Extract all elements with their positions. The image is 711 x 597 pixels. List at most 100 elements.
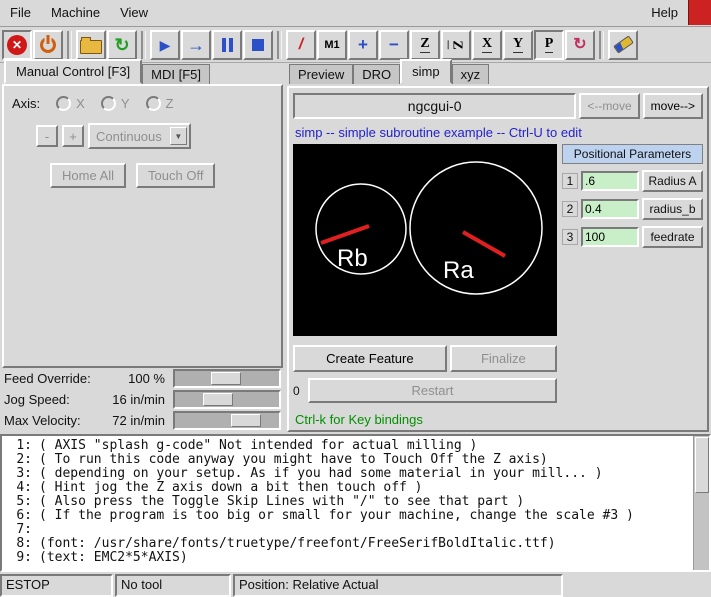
ngcgui-content-row: Rb Ra Positional Parameters 1 Radius A 2 xyxy=(293,144,703,336)
open-file-button[interactable] xyxy=(76,30,106,60)
param-feedrate-input[interactable] xyxy=(581,227,639,247)
menu-file[interactable]: File xyxy=(0,0,41,26)
tab-xyz[interactable]: xyz xyxy=(452,64,490,84)
pause-icon xyxy=(222,38,226,52)
view-side-button[interactable]: X xyxy=(472,30,502,60)
jog-mode-value: Continuous xyxy=(96,129,162,144)
gcode-line: 5:( Also press the Toggle Skip Lines wit… xyxy=(6,495,709,509)
stop-button[interactable] xyxy=(243,30,273,60)
positional-parameters: Positional Parameters 1 Radius A 2 radiu… xyxy=(562,144,703,336)
line-text: (font: /usr/share/fonts/truetype/freefon… xyxy=(39,536,556,551)
jog-mode-select[interactable]: Continuous ▼ xyxy=(88,123,191,149)
create-feature-button[interactable]: Create Feature xyxy=(293,345,447,372)
slider-handle[interactable] xyxy=(231,414,261,427)
view-front-button[interactable]: Y xyxy=(503,30,533,60)
slider-handle[interactable] xyxy=(203,393,233,406)
pause-button[interactable] xyxy=(212,30,242,60)
param-name-label: Radius A xyxy=(642,170,703,192)
menubar: File Machine View Help xyxy=(0,0,711,27)
ngcgui-name-entry[interactable]: ngcgui-0 xyxy=(293,93,576,119)
axis-label: Axis: xyxy=(12,96,40,111)
radius-b-line xyxy=(321,226,369,243)
touch-off-button[interactable]: Touch Off xyxy=(136,163,215,188)
estop-status: ESTOP xyxy=(0,574,113,597)
rotate-view-button[interactable]: ↻ xyxy=(565,30,595,60)
line-number: 9: xyxy=(6,551,32,565)
jog-speed-slider[interactable] xyxy=(173,390,281,409)
jog-minus-button[interactable]: - xyxy=(36,125,58,147)
param-name-label: feedrate xyxy=(642,226,703,248)
radio-circle-icon xyxy=(56,96,71,111)
finalize-button[interactable]: Finalize xyxy=(450,345,557,372)
menu-help[interactable]: Help xyxy=(641,0,688,26)
clear-plot-icon xyxy=(613,35,634,53)
radio-circle-icon xyxy=(146,96,161,111)
reload-file-button[interactable]: ↻ xyxy=(107,30,137,60)
menu-view[interactable]: View xyxy=(110,0,158,26)
gcode-line: 9:(text: EMC2*5*AXIS) xyxy=(6,551,709,565)
menu-machine[interactable]: Machine xyxy=(41,0,110,26)
preview-panel: Preview DRO simp xyz ngcgui-0 <--move mo… xyxy=(285,62,711,434)
toolbar-separator xyxy=(599,31,604,59)
open-folder-icon xyxy=(80,40,102,54)
estop-icon: ✕ xyxy=(7,35,27,55)
jog-speed-row: Jog Speed: 16 in/min xyxy=(2,389,281,409)
view-perspective-button[interactable]: P xyxy=(534,30,564,60)
stop-icon xyxy=(252,39,264,51)
manual-control-frame: Axis: X Y Z - + xyxy=(2,84,283,368)
run-button[interactable]: ▶ xyxy=(150,30,180,60)
close-button[interactable] xyxy=(688,0,711,25)
move-right-button[interactable]: move--> xyxy=(643,93,703,119)
line-text: ( AXIS "splash g-code" Not intended for … xyxy=(39,438,477,453)
subroutine-description: simp -- simple subroutine example -- Ctr… xyxy=(295,125,701,140)
axis-radio-y[interactable]: Y xyxy=(101,96,130,111)
optional-stop-icon: M1 xyxy=(324,39,339,51)
view-side-icon: X xyxy=(482,37,492,53)
home-all-button[interactable]: Home All xyxy=(50,163,126,188)
jog-plus-button[interactable]: + xyxy=(62,125,84,147)
axis-radio-z[interactable]: Z xyxy=(146,96,174,111)
gcode-lines: 1:( AXIS "splash g-code" Not intended fo… xyxy=(2,436,709,565)
feature-buttons-row: Create Feature Finalize xyxy=(293,345,557,372)
view-rotated-top-button[interactable]: Z xyxy=(441,30,471,60)
statusbar: ESTOP No tool Position: Relative Actual xyxy=(0,574,711,597)
line-number: 2: xyxy=(6,453,32,467)
machine-power-button[interactable] xyxy=(33,30,63,60)
tab-preview[interactable]: Preview xyxy=(289,64,353,84)
gcode-line: 2: ( To run this code anyway you might ha… xyxy=(6,453,709,467)
manual-control-panel: Manual Control [F3] MDI [F5] Axis: X Y xyxy=(0,62,285,434)
param-name-label: radius_b xyxy=(642,198,703,220)
tab-dro[interactable]: DRO xyxy=(353,64,400,84)
optional-stop-button[interactable]: M1 xyxy=(317,30,347,60)
tab-simp[interactable]: simp xyxy=(400,59,451,84)
toggle-skip-lines-button[interactable]: / xyxy=(286,30,316,60)
rotate-icon: ↻ xyxy=(573,37,586,53)
toolbar: ✕ ↻ ▶ → / M1 + xyxy=(0,27,711,63)
max-velocity-row: Max Velocity: 72 in/min xyxy=(2,410,281,430)
tab-mdi[interactable]: MDI [F5] xyxy=(142,64,210,84)
zoom-out-button[interactable]: − xyxy=(379,30,409,60)
view-top-button[interactable]: Z xyxy=(410,30,440,60)
radius-a-line xyxy=(463,232,505,256)
max-velocity-slider[interactable] xyxy=(173,411,281,430)
axis-radio-x[interactable]: X xyxy=(56,96,85,111)
feed-override-slider[interactable] xyxy=(173,369,281,388)
zoom-in-button[interactable]: + xyxy=(348,30,378,60)
gcode-scrollbar[interactable] xyxy=(693,436,709,570)
menubar-spacer xyxy=(158,0,641,26)
clear-plot-button[interactable] xyxy=(608,30,638,60)
tab-manual-control[interactable]: Manual Control [F3] xyxy=(4,59,142,84)
run-icon: ▶ xyxy=(160,38,171,52)
estop-button[interactable]: ✕ xyxy=(2,30,32,60)
param-radius-a-input[interactable] xyxy=(581,171,639,191)
param-radius-b-input[interactable] xyxy=(581,199,639,219)
view-perspective-icon: P xyxy=(545,37,554,53)
scrollbar-thumb[interactable] xyxy=(695,437,709,493)
move-left-button[interactable]: <--move xyxy=(579,93,639,119)
radius-a-label: Ra xyxy=(443,257,474,284)
step-button[interactable]: → xyxy=(181,30,211,60)
slider-handle[interactable] xyxy=(211,372,241,385)
line-text: ( To run this code anyway you might have… xyxy=(39,452,548,467)
gcode-listing[interactable]: 1:( AXIS "splash g-code" Not intended fo… xyxy=(0,434,711,572)
restart-button[interactable]: Restart xyxy=(308,378,557,403)
